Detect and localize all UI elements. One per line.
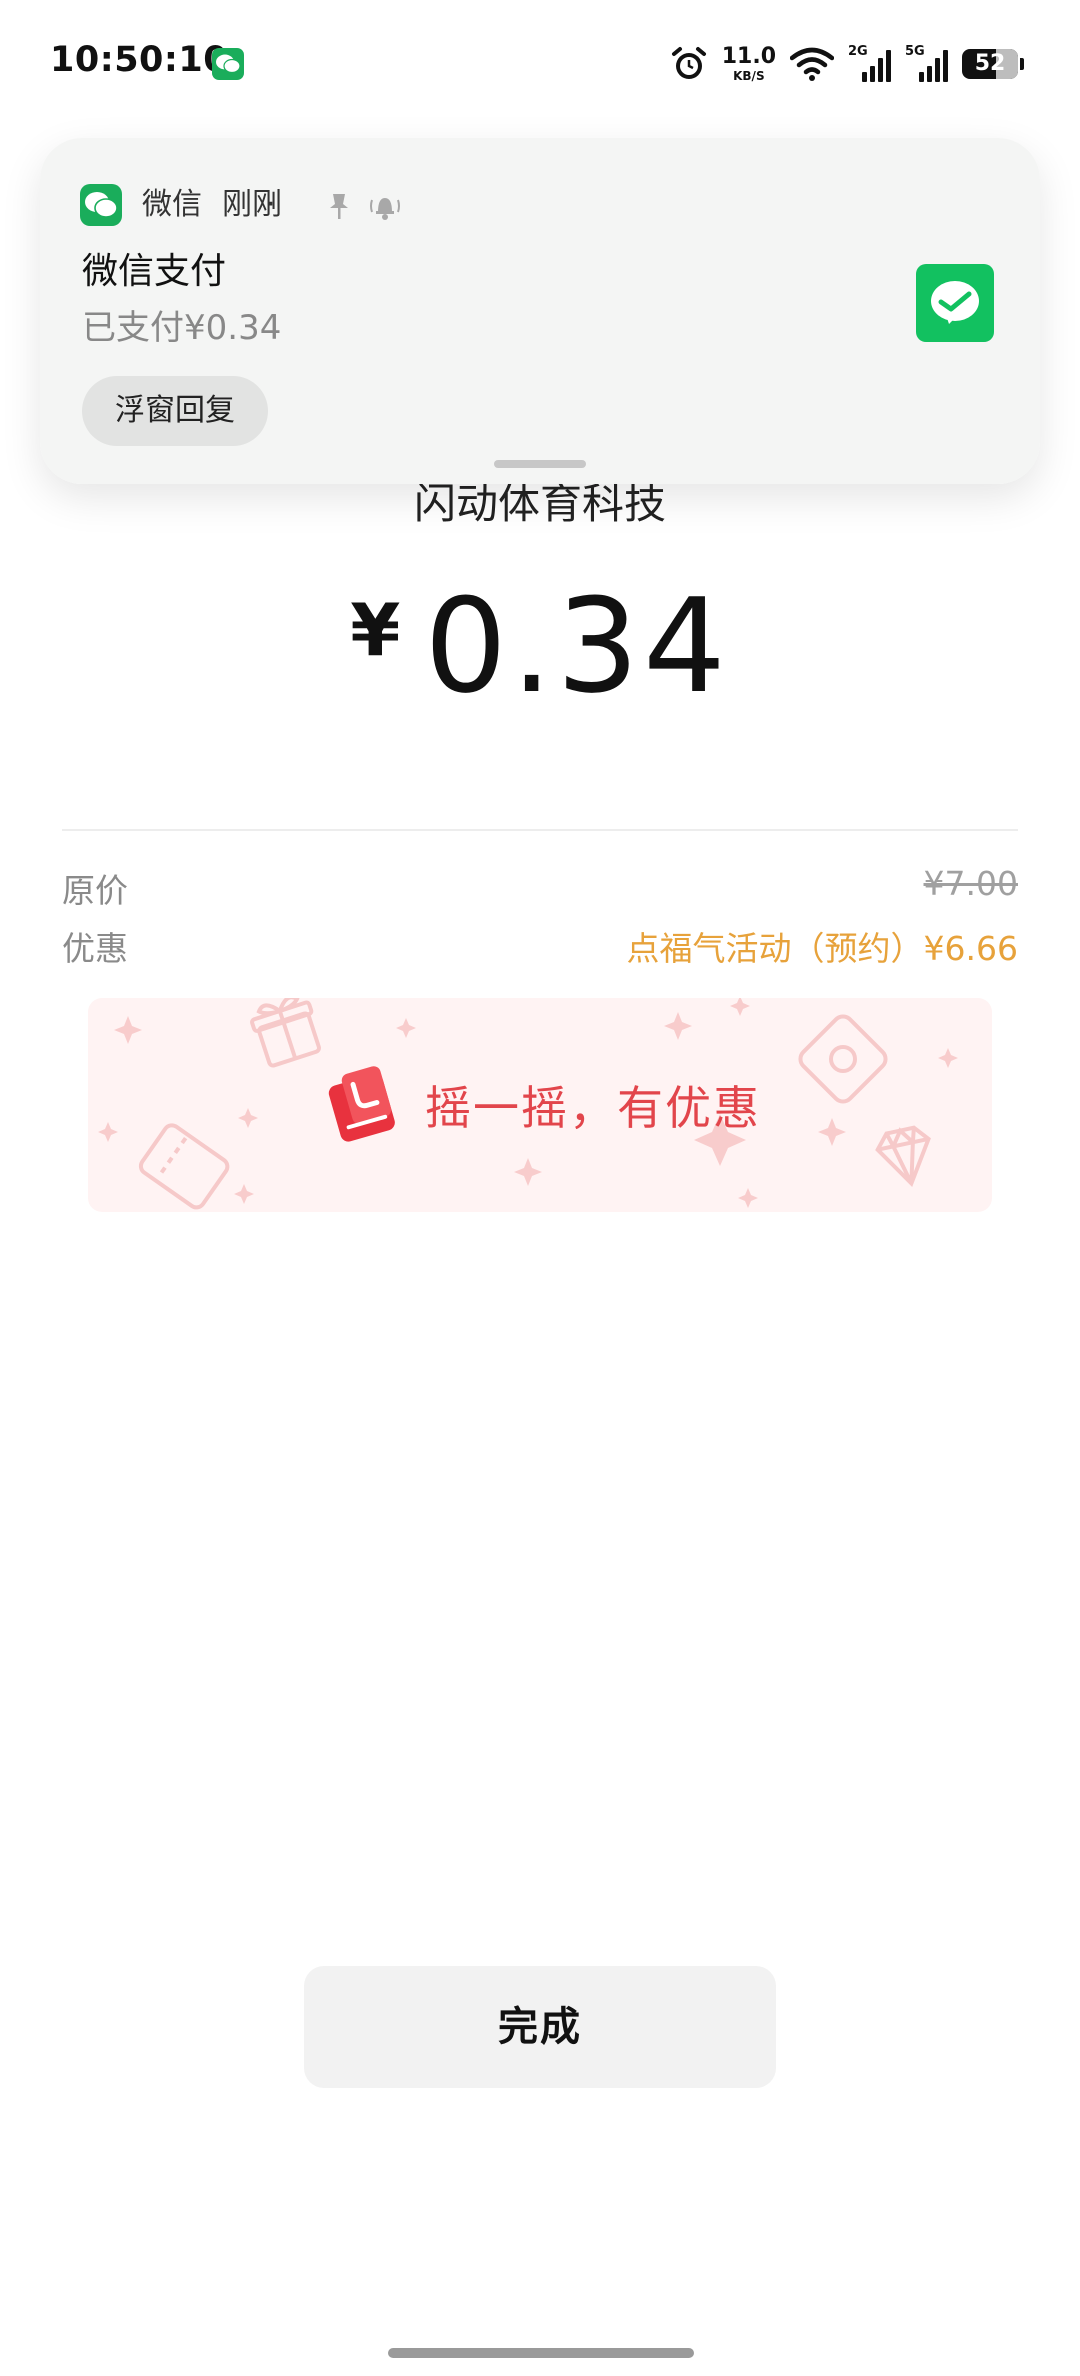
- original-price-row: 原价 ¥7.00: [62, 864, 1018, 910]
- notification-title: 微信支付: [82, 251, 227, 292]
- wechat-notification[interactable]: 微信 · 刚刚 微信支付 已支付¥0.34 浮窗回复: [40, 138, 1040, 484]
- shake-phone-icon: [328, 1066, 395, 1142]
- discount-value: 点福气活动（预约）¥6.66: [626, 929, 1018, 968]
- signal-2g-label: 2G: [848, 44, 868, 59]
- notification-time: 刚刚: [222, 187, 282, 222]
- wechat-app-icon: [80, 184, 122, 226]
- network-speed-unit: KB/S: [733, 69, 765, 83]
- battery-icon: 52: [962, 49, 1018, 79]
- original-price-label: 原价: [62, 871, 128, 910]
- notification-body: 已支付¥0.34: [82, 308, 282, 348]
- alarm-icon: [671, 47, 706, 79]
- divider: [62, 829, 1018, 831]
- amount-value: 0.34: [424, 570, 730, 722]
- float-reply-button[interactable]: 浮窗回复: [82, 376, 268, 446]
- discount-row: 优惠 点福气活动（预约）¥6.66: [62, 922, 1018, 968]
- network-speed-value: 11.0: [721, 44, 776, 69]
- done-button[interactable]: 完成: [304, 1966, 776, 2088]
- signal-5g-icon: 5G: [905, 44, 948, 82]
- wechat-status-icon: [212, 48, 244, 80]
- pin-icon: [330, 194, 348, 219]
- signal-2g-icon: 2G: [848, 44, 891, 82]
- signal-5g-label: 5G: [905, 44, 925, 59]
- status-bar: 10:50:10 11.0 KB/S 2G 5G 52: [0, 0, 1080, 130]
- notification-app-name: 微信: [142, 187, 202, 222]
- bell-icon: [370, 198, 400, 220]
- original-price-value: ¥7.00: [923, 864, 1018, 903]
- home-indicator[interactable]: [388, 2348, 694, 2358]
- battery-level: 52: [974, 51, 1006, 76]
- notification-drag-handle[interactable]: [494, 460, 586, 468]
- network-speed: 11.0 KB/S: [721, 44, 776, 83]
- wechat-pay-icon: [916, 264, 994, 342]
- shake-banner-text: 摇一摇，有优惠: [425, 1081, 761, 1135]
- discount-label: 优惠: [62, 929, 128, 968]
- status-time: 10:50:10: [50, 40, 229, 80]
- wifi-icon: [790, 47, 834, 81]
- currency-symbol: ¥: [350, 588, 401, 672]
- shake-banner[interactable]: 摇一摇，有优惠: [88, 998, 992, 1212]
- payment-amount: ¥0.34: [0, 570, 1080, 722]
